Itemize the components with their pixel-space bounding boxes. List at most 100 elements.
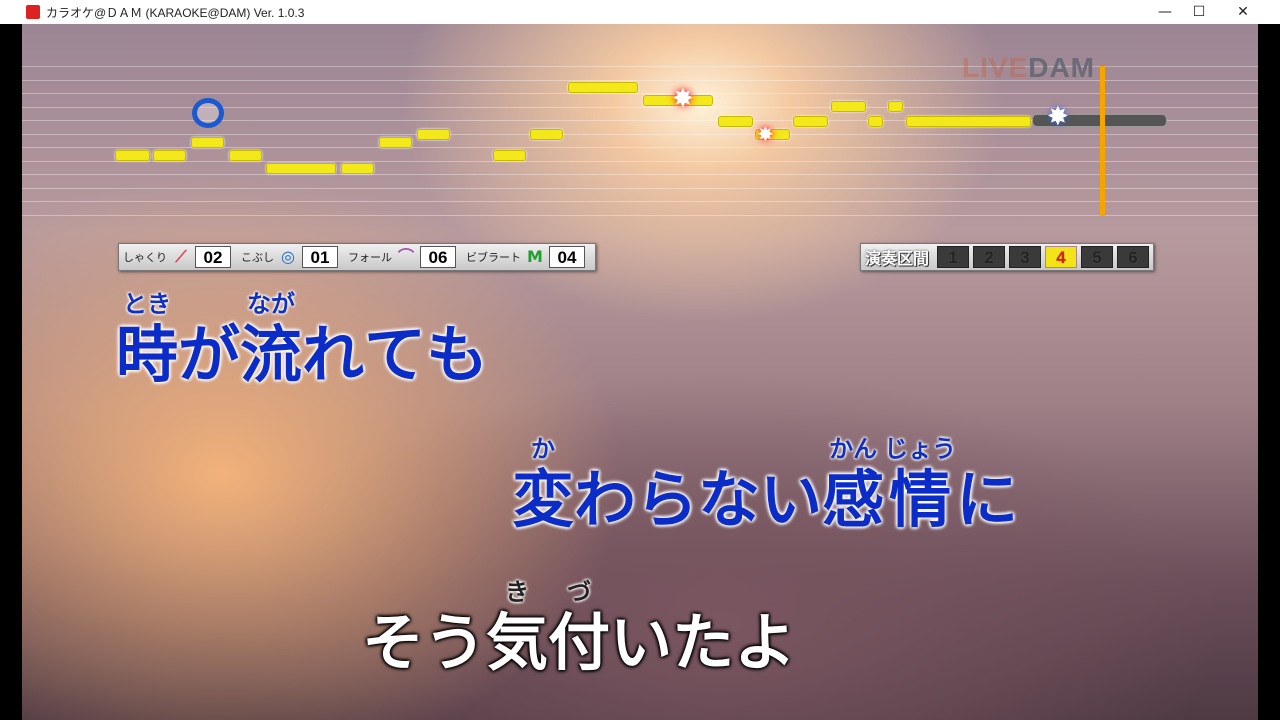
sparkle-icon: ✸ [1047, 102, 1069, 132]
window-title: カラオケ@ＤＡＭ (KARAOKE@DAM) Ver. 1.0.3 [46, 5, 305, 20]
pitch-note [530, 129, 563, 140]
lyric-base: わ [574, 463, 637, 536]
lyric-base: な [698, 463, 761, 536]
ruby-text: とき [123, 290, 171, 318]
staff-line [22, 160, 1258, 162]
lyric-base: た [672, 606, 735, 679]
staff-line [22, 133, 1258, 135]
lyric-base: 流 [240, 318, 303, 391]
section-indicator-4: 4 [1045, 246, 1078, 268]
section-indicator-5: 5 [1081, 246, 1114, 268]
lyric-line-1: とき時がなが流れても [116, 284, 488, 390]
lyric-char: わ [574, 429, 636, 535]
lyric-char: い [610, 572, 672, 678]
pitch-note [568, 82, 638, 93]
section-label: 演奏区間 [865, 249, 930, 268]
lyric-base: も [426, 318, 489, 391]
app-icon [26, 5, 40, 19]
lyric-char: よ [734, 572, 796, 678]
pitch-note [793, 116, 828, 127]
kobushi-icon: ◎ [281, 247, 295, 266]
lyric-base: ら [636, 463, 699, 536]
lyric-base: 付 [548, 606, 611, 679]
technique-count: 04 [549, 246, 585, 268]
section-panel: 演奏区間 123456 [860, 243, 1155, 271]
pitch-note [868, 116, 883, 127]
lyric-char: とき時 [116, 284, 178, 390]
lyric-char: かん感 [822, 429, 884, 535]
technique-label: こぶし [241, 251, 274, 264]
livedam-logo: LIVEDAM [962, 52, 1095, 83]
lyric-char: か変 [512, 429, 574, 535]
pitch-note [341, 163, 374, 174]
section-indicator-3: 3 [1009, 246, 1042, 268]
lyric-base: て [364, 318, 427, 391]
sparkle-icon: ✸ [757, 122, 774, 146]
close-button[interactable]: ✕ [1220, 0, 1266, 24]
section-indicator-6: 6 [1117, 246, 1150, 268]
pitch-note [718, 116, 753, 127]
staff-line [22, 187, 1258, 189]
lyric-char: づ付 [548, 572, 610, 678]
pitch-note [417, 129, 450, 140]
technique-label: フォール [348, 251, 392, 264]
lyric-base: 情 [889, 463, 952, 536]
lyric-char: な [698, 429, 760, 535]
ruby-text: づ [567, 578, 592, 606]
ruby-text: かん [829, 435, 878, 463]
playback-cursor [1100, 66, 1105, 216]
lyric-char: じょう情 [884, 429, 956, 535]
title-bar: カラオケ@ＤＡＭ (KARAOKE@DAM) Ver. 1.0.3 — ☐ ✕ [0, 0, 1280, 24]
lyric-char: た [672, 572, 734, 678]
lyric-char: ら [636, 429, 698, 535]
technique-label: しゃくり [123, 251, 167, 264]
lyric-base: い [760, 463, 823, 536]
lyric-base: れ [302, 318, 365, 391]
pitch-note [906, 116, 1031, 127]
ruby-text: じょう [884, 435, 957, 463]
lyric-char: う [424, 572, 486, 678]
sparkle-icon: ✸ [672, 84, 694, 114]
lyric-char: も [426, 284, 488, 390]
maximize-button[interactable]: ☐ [1176, 0, 1222, 24]
lyric-char: が [178, 284, 240, 390]
lyric-char: そ [362, 572, 424, 678]
lyric-char: い [760, 429, 822, 535]
lyric-char: き気 [486, 572, 548, 678]
pitch-note [191, 137, 224, 148]
technique-count: 01 [302, 246, 338, 268]
technique-count: 06 [420, 246, 456, 268]
staff-line [22, 174, 1258, 175]
lyric-base: う [424, 606, 487, 679]
lyric-base: よ [734, 606, 797, 679]
fall-icon: ⌒ [397, 247, 414, 266]
kobushi-marker-icon [192, 98, 224, 128]
lyric-char: て [364, 284, 426, 390]
pitch-note [493, 150, 526, 161]
pitch-note [831, 101, 866, 112]
lyric-base: そ [362, 606, 425, 679]
technique-count: 02 [195, 246, 231, 268]
pitch-note [115, 150, 150, 161]
lyric-char: に [956, 429, 1018, 535]
section-indicator-2: 2 [973, 246, 1006, 268]
staff-line [22, 93, 1258, 94]
lyric-base: が [178, 318, 241, 391]
lyric-line-2: か変わらないかん感じょう情に [512, 429, 1018, 535]
lyric-line-3: そうき気づ付いたよ [362, 572, 796, 678]
vibrato-icon: M [527, 247, 543, 266]
staff-line [22, 214, 1258, 216]
lyric-base: い [610, 606, 673, 679]
ruby-text: き [505, 578, 530, 606]
lyric-base: 感 [822, 463, 885, 536]
technique-panel: しゃくり ⟋ 02 こぶし ◎ 01 フォール ⌒ 06 ビブラート M 04 [118, 243, 596, 271]
ruby-text: か [531, 435, 555, 463]
section-indicator-1: 1 [937, 246, 970, 268]
pitch-note [379, 137, 412, 148]
lyric-base: 変 [512, 463, 575, 536]
lyric-char: なが流 [240, 284, 302, 390]
lyric-char: れ [302, 284, 364, 390]
lyric-base: に [956, 463, 1019, 536]
pitch-note [229, 150, 262, 161]
staff-line [22, 201, 1258, 202]
